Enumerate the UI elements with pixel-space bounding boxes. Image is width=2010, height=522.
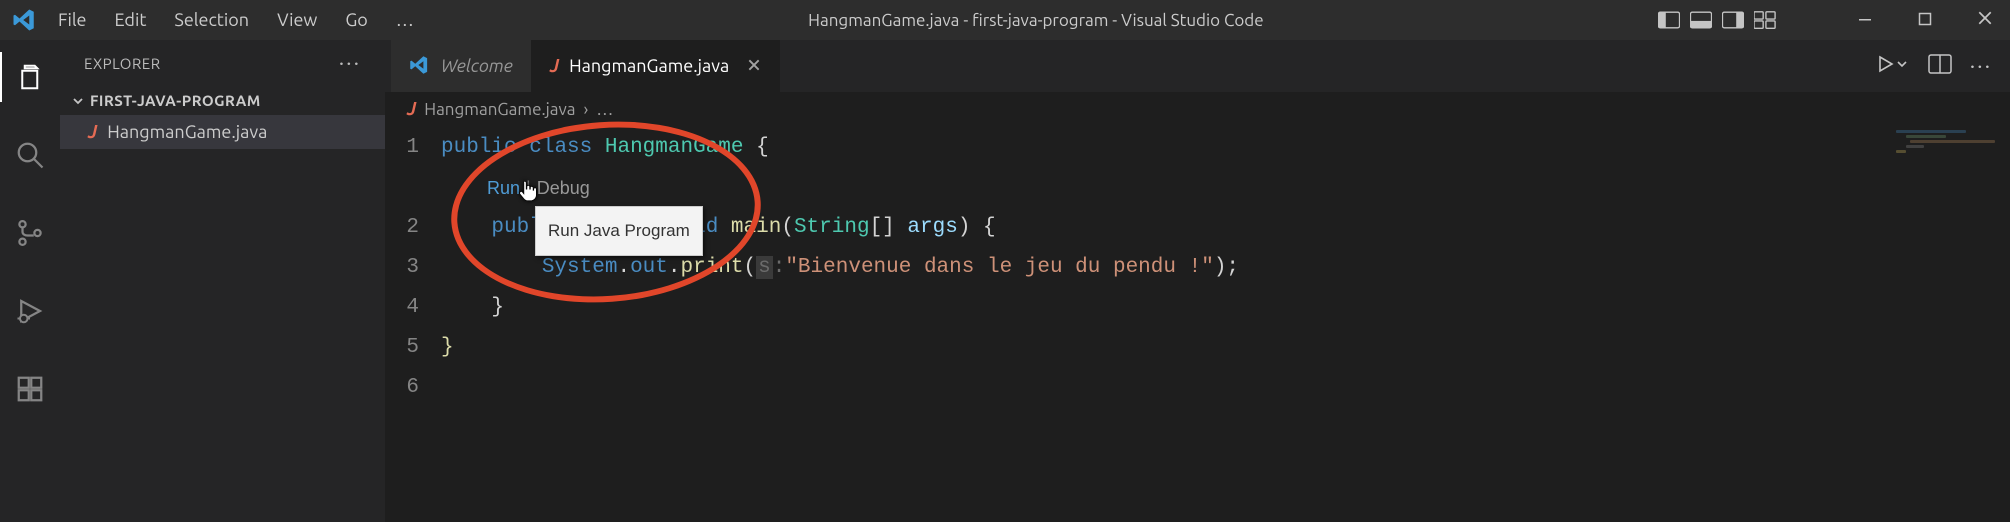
- menu-view[interactable]: View: [277, 10, 317, 30]
- chevron-down-icon: [72, 95, 84, 107]
- line-gutter: 1 2 3 4 5 6: [385, 128, 441, 408]
- activity-source-control-icon[interactable]: [0, 208, 60, 258]
- activity-extensions-icon[interactable]: [0, 364, 60, 414]
- menu-go[interactable]: Go: [345, 10, 367, 30]
- code-line[interactable]: [441, 368, 2010, 408]
- run-dropdown-icon[interactable]: [1876, 54, 1910, 78]
- java-file-icon: J: [550, 56, 559, 76]
- editor-more-icon[interactable]: ···: [1970, 55, 1992, 77]
- activity-explorer-icon[interactable]: [0, 52, 60, 102]
- tab-welcome[interactable]: Welcome: [391, 40, 532, 92]
- customize-layout-icon[interactable]: [1754, 11, 1776, 29]
- java-file-icon: J: [88, 122, 97, 142]
- toggle-primary-sidebar-icon[interactable]: [1658, 11, 1680, 29]
- code-editor[interactable]: 1 2 3 4 5 6 public class HangmanGame { R…: [385, 126, 2010, 408]
- tab-welcome-label: Welcome: [441, 56, 513, 76]
- breadcrumb-separator-icon: ›: [584, 100, 589, 119]
- window-close-icon[interactable]: [1970, 10, 2000, 30]
- window-minimize-icon[interactable]: [1850, 10, 1880, 30]
- split-editor-icon[interactable]: [1928, 54, 1952, 78]
- toggle-secondary-sidebar-icon[interactable]: [1722, 11, 1744, 29]
- vscode-logo-icon: [409, 55, 431, 77]
- menu-selection[interactable]: Selection: [174, 10, 249, 30]
- project-name: FIRST-JAVA-PROGRAM: [90, 92, 261, 109]
- code-line[interactable]: }: [441, 288, 2010, 328]
- menu-edit[interactable]: Edit: [115, 10, 147, 30]
- codelens-separator: |: [526, 168, 531, 208]
- menu-more[interactable]: …: [396, 10, 414, 30]
- menu-file[interactable]: File: [58, 10, 87, 30]
- line-number: 5: [385, 328, 419, 368]
- explorer-project-header[interactable]: FIRST-JAVA-PROGRAM: [60, 86, 385, 115]
- explorer-title: EXPLORER: [84, 55, 161, 72]
- toggle-panel-icon[interactable]: [1690, 11, 1712, 29]
- file-tree-item[interactable]: J HangmanGame.java: [60, 115, 385, 149]
- explorer-sidebar: EXPLORER ··· FIRST-JAVA-PROGRAM J Hangma…: [60, 40, 385, 522]
- breadcrumb-file: HangmanGame.java: [424, 100, 575, 119]
- code-line[interactable]: public class HangmanGame {: [441, 128, 2010, 168]
- window-maximize-icon[interactable]: [1910, 10, 1940, 30]
- activity-run-debug-icon[interactable]: [0, 286, 60, 336]
- codelens-run-link[interactable]: Run: [487, 168, 520, 208]
- codelens-debug-link[interactable]: Debug: [537, 168, 590, 208]
- title-bar: File Edit Selection View Go … HangmanGam…: [0, 0, 2010, 40]
- line-number: 1: [385, 128, 419, 168]
- line-number: 6: [385, 368, 419, 408]
- vertical-scrollbar[interactable]: [1996, 126, 2010, 426]
- minimap[interactable]: [1896, 130, 1996, 156]
- tab-active-file[interactable]: J HangmanGame.java: [532, 40, 780, 92]
- line-number: 3: [385, 248, 419, 288]
- breadcrumb-more: …: [596, 100, 613, 119]
- vscode-logo-icon: [10, 6, 38, 34]
- java-file-icon: J: [407, 99, 416, 119]
- editor-tabs: Welcome J HangmanGame.java ···: [385, 40, 2010, 92]
- tooltip: Run Java Program: [535, 206, 703, 256]
- activity-search-icon[interactable]: [0, 130, 60, 180]
- tab-active-label: HangmanGame.java: [569, 56, 729, 76]
- editor-area: Welcome J HangmanGame.java ··· J: [385, 40, 2010, 522]
- line-number: 2: [385, 208, 419, 248]
- window-title: HangmanGame.java - first-java-program - …: [414, 11, 1658, 30]
- code-lens: Run | Debug: [441, 168, 2010, 208]
- line-number: 4: [385, 288, 419, 328]
- breadcrumb[interactable]: J HangmanGame.java › …: [385, 92, 2010, 126]
- activity-bar: [0, 40, 60, 522]
- tab-close-icon[interactable]: [747, 56, 761, 76]
- explorer-more-icon[interactable]: ···: [339, 52, 361, 74]
- code-line[interactable]: }: [441, 328, 2010, 368]
- menu-bar: File Edit Selection View Go …: [58, 10, 414, 30]
- layout-controls: [1658, 11, 1776, 29]
- file-name: HangmanGame.java: [107, 122, 267, 142]
